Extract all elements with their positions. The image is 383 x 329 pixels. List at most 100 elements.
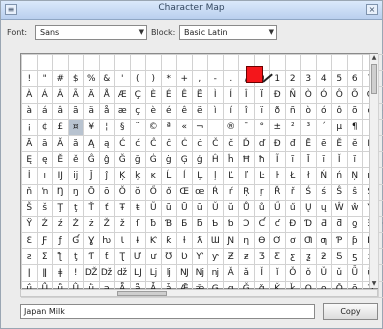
character-cell[interactable]: Ŧ bbox=[114, 199, 131, 217]
character-cell[interactable]: ǅ bbox=[98, 264, 115, 282]
character-cell[interactable]: Ƃ bbox=[176, 215, 193, 234]
character-cell[interactable]: Ə bbox=[377, 215, 383, 234]
character-cell[interactable]: Ā bbox=[21, 134, 38, 153]
character-cell[interactable]: ŵ bbox=[346, 199, 363, 217]
character-cell[interactable]: Ų bbox=[300, 199, 317, 217]
character-cell[interactable] bbox=[129, 53, 146, 72]
character-cell[interactable]: ę bbox=[36, 151, 53, 169]
character-cell[interactable]: ƪ bbox=[52, 248, 69, 266]
character-cell[interactable] bbox=[36, 53, 53, 72]
character-cell[interactable]: Ɔ bbox=[238, 215, 255, 234]
character-cell[interactable]: Ć bbox=[114, 134, 131, 153]
character-cell[interactable] bbox=[52, 53, 69, 72]
character-cell[interactable]: " bbox=[36, 70, 53, 88]
character-cell[interactable]: § bbox=[114, 118, 131, 136]
character-cell[interactable]: ĉ bbox=[160, 134, 177, 153]
character-cell[interactable]: Ư bbox=[129, 248, 146, 266]
character-cell[interactable]: ŭ bbox=[222, 199, 239, 217]
character-cell[interactable] bbox=[67, 53, 84, 72]
character-cell[interactable]: ǆ bbox=[114, 264, 131, 282]
character-cell[interactable]: ķ bbox=[129, 167, 146, 185]
character-cell[interactable]: Í bbox=[222, 86, 239, 104]
character-cell[interactable]: Ű bbox=[269, 199, 286, 217]
character-cell[interactable]: ® bbox=[222, 118, 239, 136]
character-cell[interactable]: ¯ bbox=[238, 118, 255, 136]
character-cell[interactable]: Ʒ bbox=[253, 248, 270, 266]
character-cell[interactable]: ā bbox=[36, 134, 53, 153]
character-cell[interactable]: ƍ bbox=[346, 215, 363, 234]
character-cell[interactable] bbox=[160, 53, 177, 72]
character-cell[interactable]: İ bbox=[21, 167, 38, 185]
character-cell[interactable]: ƻ bbox=[315, 248, 332, 266]
character-cell[interactable]: ¶ bbox=[346, 118, 363, 136]
character-cell[interactable]: Ǔ bbox=[315, 264, 332, 282]
character-cell[interactable]: ò bbox=[300, 102, 317, 120]
character-cell[interactable]: * bbox=[160, 70, 177, 88]
character-cell[interactable]: ´ bbox=[315, 118, 332, 136]
character-cell[interactable]: ƽ bbox=[346, 248, 363, 266]
character-cell[interactable]: ¦ bbox=[98, 118, 115, 136]
character-cell[interactable]: Ƒ bbox=[36, 232, 53, 250]
character-cell[interactable]: ŋ bbox=[67, 183, 84, 201]
character-cell[interactable]: Ä bbox=[83, 86, 100, 104]
character-cell[interactable]: ǉ bbox=[160, 264, 177, 282]
character-cell[interactable]: Ô bbox=[331, 86, 348, 104]
character-cell[interactable]: % bbox=[83, 70, 100, 88]
character-cell[interactable]: Ĕ bbox=[331, 134, 348, 153]
character-cell[interactable]: ƿ bbox=[377, 248, 383, 266]
character-cell[interactable]: + bbox=[176, 70, 193, 88]
character-cell[interactable]: Ƭ bbox=[83, 248, 100, 266]
character-cell[interactable]: í bbox=[222, 102, 239, 120]
character-cell[interactable]: µ bbox=[331, 118, 348, 136]
character-cell[interactable]: ď bbox=[253, 134, 270, 153]
character-cell[interactable]: ĩ bbox=[284, 151, 301, 169]
character-cell[interactable]: Œ bbox=[176, 183, 193, 201]
character-cell[interactable] bbox=[346, 53, 363, 72]
character-cell[interactable]: Ŋ bbox=[52, 183, 69, 201]
character-cell[interactable]: ª bbox=[160, 118, 177, 136]
character-cell[interactable]: Ū bbox=[176, 199, 193, 217]
character-cell[interactable]: Ą bbox=[83, 134, 100, 153]
character-cell[interactable]: ä bbox=[83, 102, 100, 120]
character-cell[interactable]: 6 bbox=[346, 70, 363, 88]
character-cell[interactable]: Î bbox=[238, 86, 255, 104]
character-cell[interactable]: ĳ bbox=[67, 167, 84, 185]
character-cell[interactable]: ƥ bbox=[346, 232, 363, 250]
character-cell[interactable]: Ʈ bbox=[114, 248, 131, 266]
character-cell[interactable]: ² bbox=[284, 118, 301, 136]
character-cell[interactable]: Ƙ bbox=[145, 232, 162, 250]
character-cell[interactable]: ŷ bbox=[377, 199, 383, 217]
character-cell[interactable]: Ǐ bbox=[253, 264, 270, 282]
character-cell[interactable]: Ƌ bbox=[315, 215, 332, 234]
character-cell[interactable] bbox=[331, 53, 348, 72]
character-cell[interactable]: Ř bbox=[269, 183, 286, 201]
character-cell[interactable]: ĺ bbox=[176, 167, 193, 185]
character-cell[interactable]: Ť bbox=[83, 199, 100, 217]
character-cell[interactable]: ł bbox=[300, 167, 317, 185]
character-cell[interactable]: 8 bbox=[377, 70, 383, 88]
character-cell[interactable]: Ƨ bbox=[377, 232, 383, 250]
character-cell[interactable]: Ǌ bbox=[176, 264, 193, 282]
character-cell[interactable]: ã bbox=[67, 102, 84, 120]
character-cell[interactable]: į bbox=[377, 151, 383, 169]
character-cell[interactable]: ÷ bbox=[377, 102, 383, 120]
vertical-scrollbar[interactable]: ▲ ▼ bbox=[369, 54, 378, 288]
character-cell[interactable]: ƴ bbox=[207, 248, 224, 266]
character-cell[interactable]: £ bbox=[52, 118, 69, 136]
character-cell[interactable]: Ƅ bbox=[207, 215, 224, 234]
character-cell[interactable]: ƕ bbox=[98, 232, 115, 250]
character-cell[interactable]: ¡ bbox=[21, 118, 38, 136]
character-cell[interactable]: ű bbox=[284, 199, 301, 217]
character-cell[interactable]: ƹ bbox=[284, 248, 301, 266]
character-cell[interactable]: œ bbox=[191, 183, 208, 201]
character-cell[interactable] bbox=[315, 53, 332, 72]
character-cell[interactable]: Ě bbox=[52, 151, 69, 169]
character-cell[interactable]: Ƹ bbox=[269, 248, 286, 266]
character-cell[interactable]: ŀ bbox=[269, 167, 286, 185]
character-cell[interactable]: ơ bbox=[284, 232, 301, 250]
character-cell[interactable]: Ɲ bbox=[222, 232, 239, 250]
character-cell[interactable]: Ģ bbox=[176, 151, 193, 169]
character-cell[interactable]: Ņ bbox=[346, 167, 363, 185]
character-cell[interactable]: Å bbox=[98, 86, 115, 104]
character-cell[interactable]: ! bbox=[21, 70, 38, 88]
